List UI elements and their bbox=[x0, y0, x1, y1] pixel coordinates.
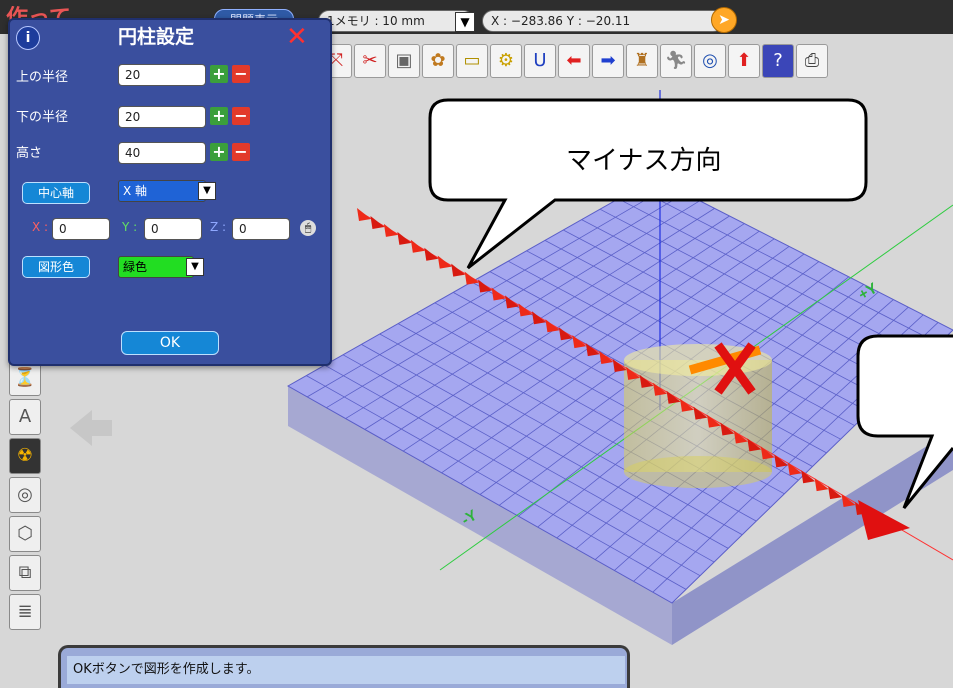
height-label: 高さ bbox=[16, 146, 43, 161]
callout-text: マイナス方向 bbox=[566, 146, 722, 176]
status-message: OKボタンで図形を作成します。 bbox=[67, 656, 625, 684]
shape-color-button[interactable]: 図形色 bbox=[22, 256, 90, 278]
close-icon[interactable]: ✕ bbox=[286, 24, 308, 50]
center-axis-select[interactable]: X 軸 bbox=[118, 180, 206, 202]
text-shape-icon[interactable]: A bbox=[9, 399, 41, 435]
export-icon[interactable]: ⬆ bbox=[728, 44, 760, 78]
torus-shape-icon[interactable]: ◎ bbox=[9, 477, 41, 513]
x-coord-label: X : bbox=[32, 220, 49, 234]
top-radius-minus-button[interactable]: − bbox=[232, 65, 250, 83]
cube-menu-icon[interactable]: ▣ bbox=[388, 44, 420, 78]
arrow-left-icon[interactable]: ⬅ bbox=[558, 44, 590, 78]
shape-sidebar: ⏳ A ☢ ◎ ⬡ ⧉ ≣ bbox=[9, 360, 43, 633]
bottom-radius-input[interactable]: 20 bbox=[118, 106, 206, 128]
z-coord-label: Z : bbox=[210, 220, 227, 234]
arrow-right-icon[interactable]: ➡ bbox=[592, 44, 624, 78]
chevron-down-icon[interactable]: ▼ bbox=[198, 182, 216, 200]
scale-select[interactable]: 1メモリ : 10 mm bbox=[318, 10, 474, 32]
blocks-shape-icon[interactable]: ⧉ bbox=[9, 555, 41, 591]
cylinder-settings-dialog: i 円柱設定 ✕ 上の半径 20 + − 下の半径 20 + − 高さ 40 +… bbox=[8, 18, 332, 366]
x-coord-input[interactable]: 0 bbox=[52, 218, 110, 240]
gear-icon[interactable]: ⚙ bbox=[490, 44, 522, 78]
camera-icon[interactable]: ◎ bbox=[694, 44, 726, 78]
status-panel: OKボタンで図形を作成します。 bbox=[58, 645, 630, 688]
top-radius-label: 上の半径 bbox=[16, 70, 69, 85]
top-radius-input[interactable]: 20 bbox=[118, 64, 206, 86]
bottom-radius-minus-button[interactable]: − bbox=[232, 107, 250, 125]
ok-button[interactable]: OK bbox=[121, 331, 219, 355]
magnet-icon[interactable]: U bbox=[524, 44, 556, 78]
cursor-icon[interactable]: ➤ bbox=[711, 7, 737, 33]
chevron-down-icon[interactable]: ▼ bbox=[455, 12, 475, 32]
chevron-down-icon[interactable]: ▼ bbox=[186, 258, 204, 276]
box-shape-icon[interactable]: ⬡ bbox=[9, 516, 41, 552]
shape-color-select[interactable]: 緑色 bbox=[118, 256, 194, 278]
height-input[interactable]: 40 bbox=[118, 142, 206, 164]
palette-icon[interactable]: ✿ bbox=[422, 44, 454, 78]
print-icon[interactable]: ⎙ bbox=[796, 44, 828, 78]
info-icon[interactable]: i bbox=[16, 26, 40, 50]
center-axis-button[interactable]: 中心軸 bbox=[22, 182, 90, 204]
bottom-radius-plus-button[interactable]: + bbox=[210, 107, 228, 125]
z-coord-input[interactable]: 0 bbox=[232, 218, 290, 240]
hazard-shape-icon[interactable]: ☢ bbox=[9, 438, 41, 474]
top-radius-plus-button[interactable]: + bbox=[210, 65, 228, 83]
tool-row: ⤧ ✂ ▣ ✿ ▭ ⚙ U ⬅ ➡ ♜ 🏃︎ ◎ ⬆? ⎙ bbox=[320, 44, 830, 82]
y-coord-label: Y : bbox=[122, 220, 138, 234]
mouse-icon[interactable]: 🖱︎ bbox=[300, 220, 316, 236]
bottom-radius-label: 下の半径 bbox=[16, 110, 69, 125]
coordinate-readout: X : −283.86 Y : −20.11 bbox=[482, 10, 724, 32]
scissors-icon[interactable]: ✂ bbox=[354, 44, 386, 78]
spring-shape-icon[interactable]: ≣ bbox=[9, 594, 41, 630]
brush-icon[interactable]: ♜ bbox=[626, 44, 658, 78]
help-icon[interactable]: ? bbox=[762, 44, 794, 78]
height-minus-button[interactable]: − bbox=[232, 143, 250, 161]
person-icon[interactable]: 🏃︎ bbox=[660, 44, 692, 78]
ruler-icon[interactable]: ▭ bbox=[456, 44, 488, 78]
height-plus-button[interactable]: + bbox=[210, 143, 228, 161]
dialog-title: 円柱設定 bbox=[118, 26, 195, 48]
y-coord-input[interactable]: 0 bbox=[144, 218, 202, 240]
